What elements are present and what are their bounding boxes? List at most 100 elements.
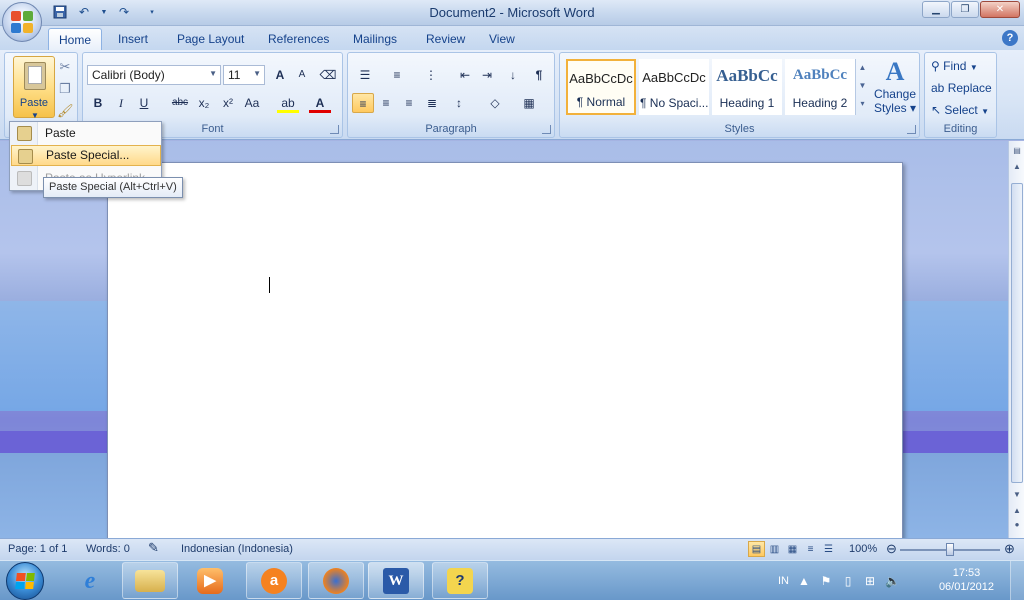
superscript-button[interactable]: x²: [217, 93, 239, 113]
proofing-icon[interactable]: ✎: [148, 540, 159, 556]
restore-button[interactable]: ❐: [951, 1, 979, 18]
start-button[interactable]: [6, 562, 44, 600]
style-heading-2[interactable]: AaBbCc Heading 2: [785, 59, 855, 115]
vertical-scrollbar[interactable]: ▤ ▲ ▼ ▲ ●: [1008, 141, 1024, 538]
menu-item-paste[interactable]: Paste: [11, 123, 161, 144]
draft-icon[interactable]: ☰: [820, 541, 837, 557]
subscript-button[interactable]: x₂: [193, 93, 215, 113]
decrease-indent-icon[interactable]: ⇤: [454, 65, 476, 85]
format-painter-icon[interactable]: 🖌: [57, 103, 74, 119]
close-button[interactable]: ✕: [980, 1, 1020, 18]
scroll-up-icon[interactable]: ▲: [1010, 159, 1024, 174]
underline-button[interactable]: U: [133, 93, 155, 113]
font-name-combo[interactable]: Calibri (Body) ▼: [87, 65, 221, 85]
justify-icon[interactable]: ≣: [421, 93, 443, 113]
replace-button[interactable]: ab Replace: [931, 81, 992, 95]
language-indicator[interactable]: Indonesian (Indonesia): [181, 543, 293, 555]
sort-icon[interactable]: ↓: [502, 65, 524, 85]
device-icon[interactable]: ▯: [841, 574, 855, 588]
font-size-combo[interactable]: 11 ▼: [223, 65, 265, 85]
tab-review[interactable]: Review: [416, 30, 475, 48]
increase-indent-icon[interactable]: ⇥: [476, 65, 498, 85]
font-color-button[interactable]: A: [309, 93, 331, 113]
clear-format-icon[interactable]: ⌫: [317, 65, 339, 85]
paragraph-dialog-launcher-icon[interactable]: [542, 125, 551, 134]
change-styles-button[interactable]: A Change Styles ▾: [872, 57, 918, 121]
grow-font-button[interactable]: A: [269, 65, 291, 85]
browse-object-icon[interactable]: ●: [1010, 517, 1024, 532]
document-page[interactable]: [107, 162, 903, 542]
tab-view[interactable]: View: [479, 30, 525, 48]
strikethrough-button[interactable]: abc: [169, 93, 191, 113]
align-center-icon[interactable]: ≡: [375, 93, 397, 113]
chevron-up-icon[interactable]: ▲: [856, 59, 869, 77]
action-center-flag-icon[interactable]: ⚑: [819, 574, 833, 588]
zoom-out-icon[interactable]: ⊖: [886, 541, 897, 557]
print-layout-icon[interactable]: ▤: [748, 541, 765, 557]
tab-insert[interactable]: Insert: [108, 30, 158, 48]
cut-icon[interactable]: ✂: [57, 59, 73, 75]
chevron-down-icon[interactable]: ▼: [856, 77, 869, 95]
volume-icon[interactable]: 🔈: [885, 574, 900, 588]
style-heading-1[interactable]: AaBbCc Heading 1: [712, 59, 782, 115]
network-icon[interactable]: ⊞: [863, 574, 877, 588]
help-icon[interactable]: ?: [1002, 30, 1018, 46]
taskbar-explorer[interactable]: [122, 562, 178, 599]
style-no-spacing[interactable]: AaBbCcDc ¶ No Spaci...: [639, 59, 709, 115]
scroll-down-icon[interactable]: ▼: [1010, 487, 1024, 502]
editing-group-label: Editing: [943, 123, 978, 135]
style-normal[interactable]: AaBbCcDc ¶ Normal: [566, 59, 636, 115]
previous-page-icon[interactable]: ▲: [1010, 503, 1024, 518]
numbering-icon[interactable]: ≡: [386, 65, 408, 85]
tab-page-layout[interactable]: Page Layout: [167, 30, 254, 48]
line-spacing-icon[interactable]: ↕: [448, 93, 470, 113]
shrink-font-button[interactable]: A: [291, 65, 313, 85]
taskbar-firefox[interactable]: [308, 562, 364, 599]
tab-home[interactable]: Home: [48, 28, 103, 50]
select-button[interactable]: ↖ Select ▼: [931, 103, 989, 117]
ruler-toggle-icon[interactable]: ▤: [1010, 143, 1024, 158]
outline-icon[interactable]: ≡: [802, 541, 819, 557]
copy-icon[interactable]: ❐: [57, 81, 73, 97]
taskbar-help[interactable]: ?: [432, 562, 488, 599]
italic-button[interactable]: I: [110, 93, 132, 113]
taskbar-media-player[interactable]: ▶: [182, 562, 238, 599]
bold-button[interactable]: B: [87, 93, 109, 113]
language-bar[interactable]: IN: [778, 575, 789, 587]
change-case-button[interactable]: Aa: [241, 93, 263, 113]
page-count[interactable]: Page: 1 of 1: [8, 543, 67, 555]
zoom-slider-knob[interactable]: [946, 543, 954, 556]
paste-button[interactable]: Paste ▼: [13, 56, 55, 120]
highlight-button[interactable]: ab: [277, 93, 299, 113]
minimize-button[interactable]: ▁: [922, 1, 950, 18]
styles-gallery-scroll[interactable]: ▲ ▼ ▾: [855, 59, 869, 115]
zoom-in-icon[interactable]: ⊕: [1004, 541, 1015, 557]
show-marks-button[interactable]: ¶: [528, 65, 550, 85]
align-right-icon[interactable]: ≡: [398, 93, 420, 113]
tab-references[interactable]: References: [258, 30, 339, 48]
replace-icon: ab: [931, 81, 945, 95]
align-left-icon[interactable]: ≡: [352, 93, 374, 113]
find-button[interactable]: ⚲ Find ▼: [931, 59, 978, 73]
show-desktop-button[interactable]: [1010, 561, 1024, 600]
full-screen-reading-icon[interactable]: ▥: [766, 541, 783, 557]
styles-dialog-launcher-icon[interactable]: [907, 125, 916, 134]
office-button[interactable]: [2, 2, 42, 42]
clock[interactable]: 17:53 06/01/2012: [939, 566, 994, 594]
web-layout-icon[interactable]: ▦: [784, 541, 801, 557]
show-hidden-icons-icon[interactable]: ▲: [797, 574, 811, 588]
font-dialog-launcher-icon[interactable]: [330, 125, 339, 134]
taskbar-internet-explorer[interactable]: e: [62, 562, 118, 599]
more-icon[interactable]: ▾: [856, 95, 869, 113]
shading-icon[interactable]: ◇: [484, 93, 506, 113]
word-count[interactable]: Words: 0: [86, 543, 130, 555]
borders-icon[interactable]: ▦: [518, 93, 540, 113]
zoom-level[interactable]: 100%: [849, 543, 877, 555]
bullets-icon[interactable]: ☰: [354, 65, 376, 85]
taskbar-avast[interactable]: a: [246, 562, 302, 599]
multilevel-list-icon[interactable]: ⋮: [420, 65, 442, 85]
scroll-thumb[interactable]: [1011, 183, 1023, 483]
tab-mailings[interactable]: Mailings: [343, 30, 407, 48]
taskbar-word[interactable]: W: [368, 562, 424, 599]
menu-item-paste-special[interactable]: Paste Special...: [11, 145, 161, 166]
